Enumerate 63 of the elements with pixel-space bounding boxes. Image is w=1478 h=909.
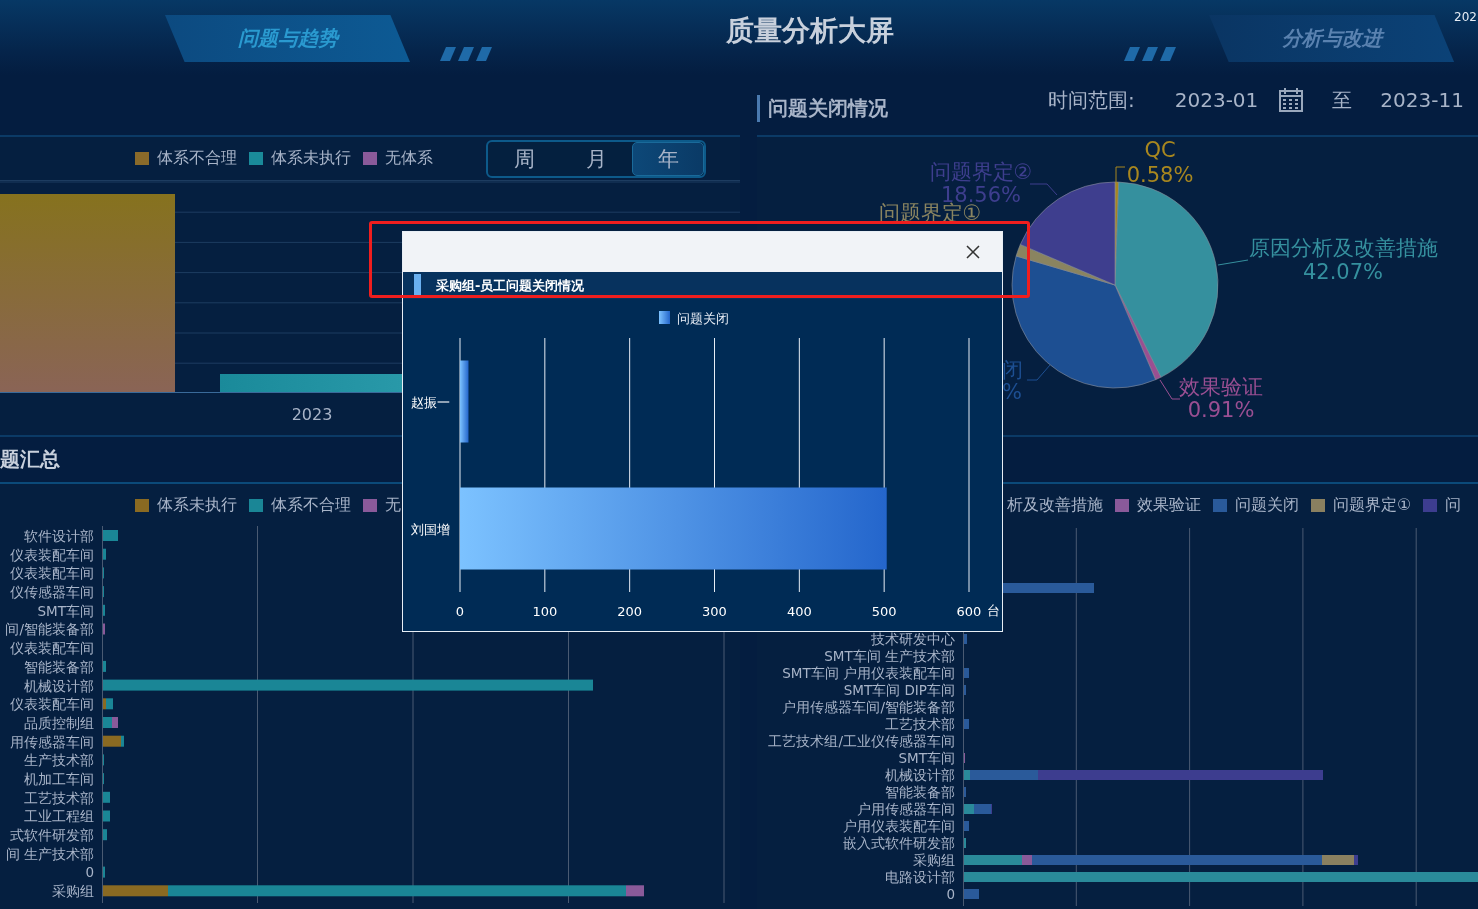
category-label: 0 [85, 863, 95, 883]
category-label: 采购组 [52, 882, 95, 901]
category-label: SMT车间 户用仪表装配车间 [782, 665, 956, 682]
category-label: 仪传感器车间 [10, 583, 95, 602]
category-label: 间 生产技术部 [5, 844, 95, 864]
category-label: 工艺技术部 [24, 788, 95, 808]
category-label: 工艺技术部 [885, 716, 956, 733]
category-label: 品质控制组 [24, 713, 95, 733]
slice-percent: 0.58% [1126, 163, 1194, 187]
corner-text: 202 [1454, 10, 1478, 24]
category-label: 机械设计部 [24, 676, 95, 696]
category-label: 户用传感器车间/智能装备部 [782, 699, 956, 716]
category-label: 嵌入式软件研发部 [843, 835, 956, 852]
slice-label: 问题界定② [929, 160, 1033, 184]
tick-label: 100 [532, 604, 558, 619]
category-label: 户用仪表装配车间 [843, 818, 956, 835]
category-label: 采购组 [913, 852, 956, 869]
slice-percent: % [1002, 380, 1022, 404]
section-title: 题汇总 [0, 446, 60, 473]
tick-label: 300 [702, 604, 727, 619]
slice-label: 原因分析及改善措施 [1248, 236, 1438, 260]
category-label: SMT车间 [898, 750, 956, 767]
time-range-label: 时间范围: [1048, 86, 1135, 114]
category-label: 户用传感器车间 [857, 801, 956, 818]
tick-label: 400 [786, 604, 812, 619]
category-label: 生产技术部 [24, 751, 95, 770]
category-label: SMT车间 生产技术部 [824, 648, 956, 665]
category-label: 用传感器车间 [10, 732, 95, 752]
category-label: 技术研发中心 [871, 631, 956, 648]
dashboard-title: 质量分析大屏 [724, 13, 895, 49]
section-title: 问题关闭情况 [757, 94, 888, 122]
axis-label: 2023 [290, 405, 334, 424]
range-separator: 至 [1332, 86, 1353, 114]
tick-label: 200 [617, 604, 643, 619]
tick-label: 500 [871, 604, 897, 619]
category-label: 机械设计部 [885, 767, 956, 784]
category-label: 0 [946, 886, 956, 903]
category-label: 式软件研发部 [10, 826, 95, 845]
slice-label: QC [1144, 138, 1176, 162]
category-label: 机加工车间 [24, 769, 95, 789]
slice-label: 效果验证 [1179, 375, 1263, 399]
category-label: 工艺技术组/工业仪传感器车间 [768, 733, 956, 750]
slice-label: 闭 [1001, 358, 1023, 382]
tick-label: 0 [455, 604, 465, 619]
category-label: 软件设计部 [24, 527, 95, 546]
dialog-title: 采购组-员工问题关闭情况 [436, 276, 585, 295]
category-label: 仪表装配车间 [10, 639, 95, 658]
slice-percent: 0.91% [1187, 398, 1255, 422]
slice-percent: 42.07% [1302, 260, 1384, 284]
category-label: SMT车间 DIP车间 [843, 682, 956, 699]
category-label: 仪表装配车间 [10, 545, 95, 565]
category-label: 仪表装配车间 [10, 695, 95, 714]
category-label: 智能装备部 [885, 784, 956, 801]
category-label: 赵振一 [411, 394, 450, 410]
category-label: 仪表装配车间 [10, 564, 95, 584]
category-label: 智能装备部 [24, 657, 95, 677]
category-label: 电路设计部 [885, 869, 956, 886]
category-label: SMT车间 [37, 601, 95, 621]
tick-label: 600 [956, 604, 982, 619]
axis-unit: 台 [987, 603, 1000, 618]
category-label: 工业工程组 [24, 807, 95, 826]
category-label: 刘国增 [411, 521, 450, 537]
category-label: 间/智能装备部 [5, 620, 95, 640]
